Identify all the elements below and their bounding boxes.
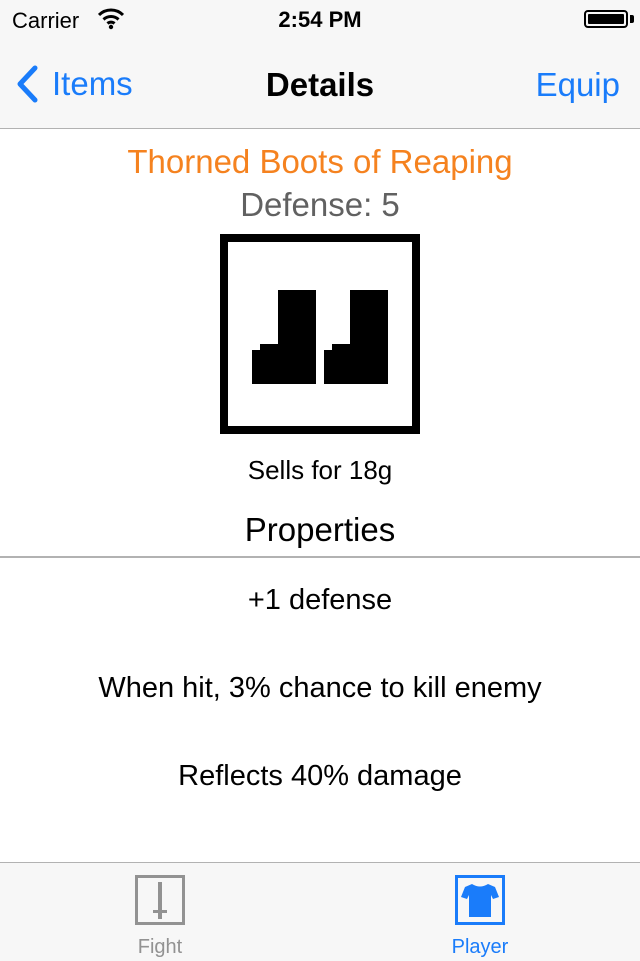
property-item: Reflects 40% damage <box>178 760 462 792</box>
item-icon-frame <box>220 234 420 434</box>
item-defense: Defense: 5 <box>240 186 400 223</box>
tab-bar: Fight Player <box>0 862 640 961</box>
tab-fight[interactable]: Fight <box>0 863 320 961</box>
shirt-icon <box>455 875 505 925</box>
property-item: +1 defense <box>247 584 393 616</box>
properties-divider <box>0 556 640 558</box>
navigation-bar: Items Details Equip <box>0 40 640 129</box>
item-name: Thorned Boots of Reaping <box>127 143 513 180</box>
property-item: When hit, 3% chance to kill enemy <box>98 672 542 704</box>
status-time: 2:54 PM <box>278 7 362 32</box>
battery-tip <box>630 15 634 23</box>
tab-player[interactable]: Player <box>320 863 640 961</box>
properties-heading: Properties <box>244 511 396 548</box>
status-bar: Carrier 2:54 PM <box>0 0 640 40</box>
battery-icon <box>584 10 628 28</box>
equip-button[interactable]: Equip <box>536 66 620 104</box>
tab-player-label: Player <box>451 936 509 958</box>
sell-price: Sells for 18g <box>247 455 393 485</box>
boots-icon <box>252 290 388 384</box>
sword-icon <box>135 875 185 925</box>
tab-fight-label: Fight <box>137 936 183 958</box>
